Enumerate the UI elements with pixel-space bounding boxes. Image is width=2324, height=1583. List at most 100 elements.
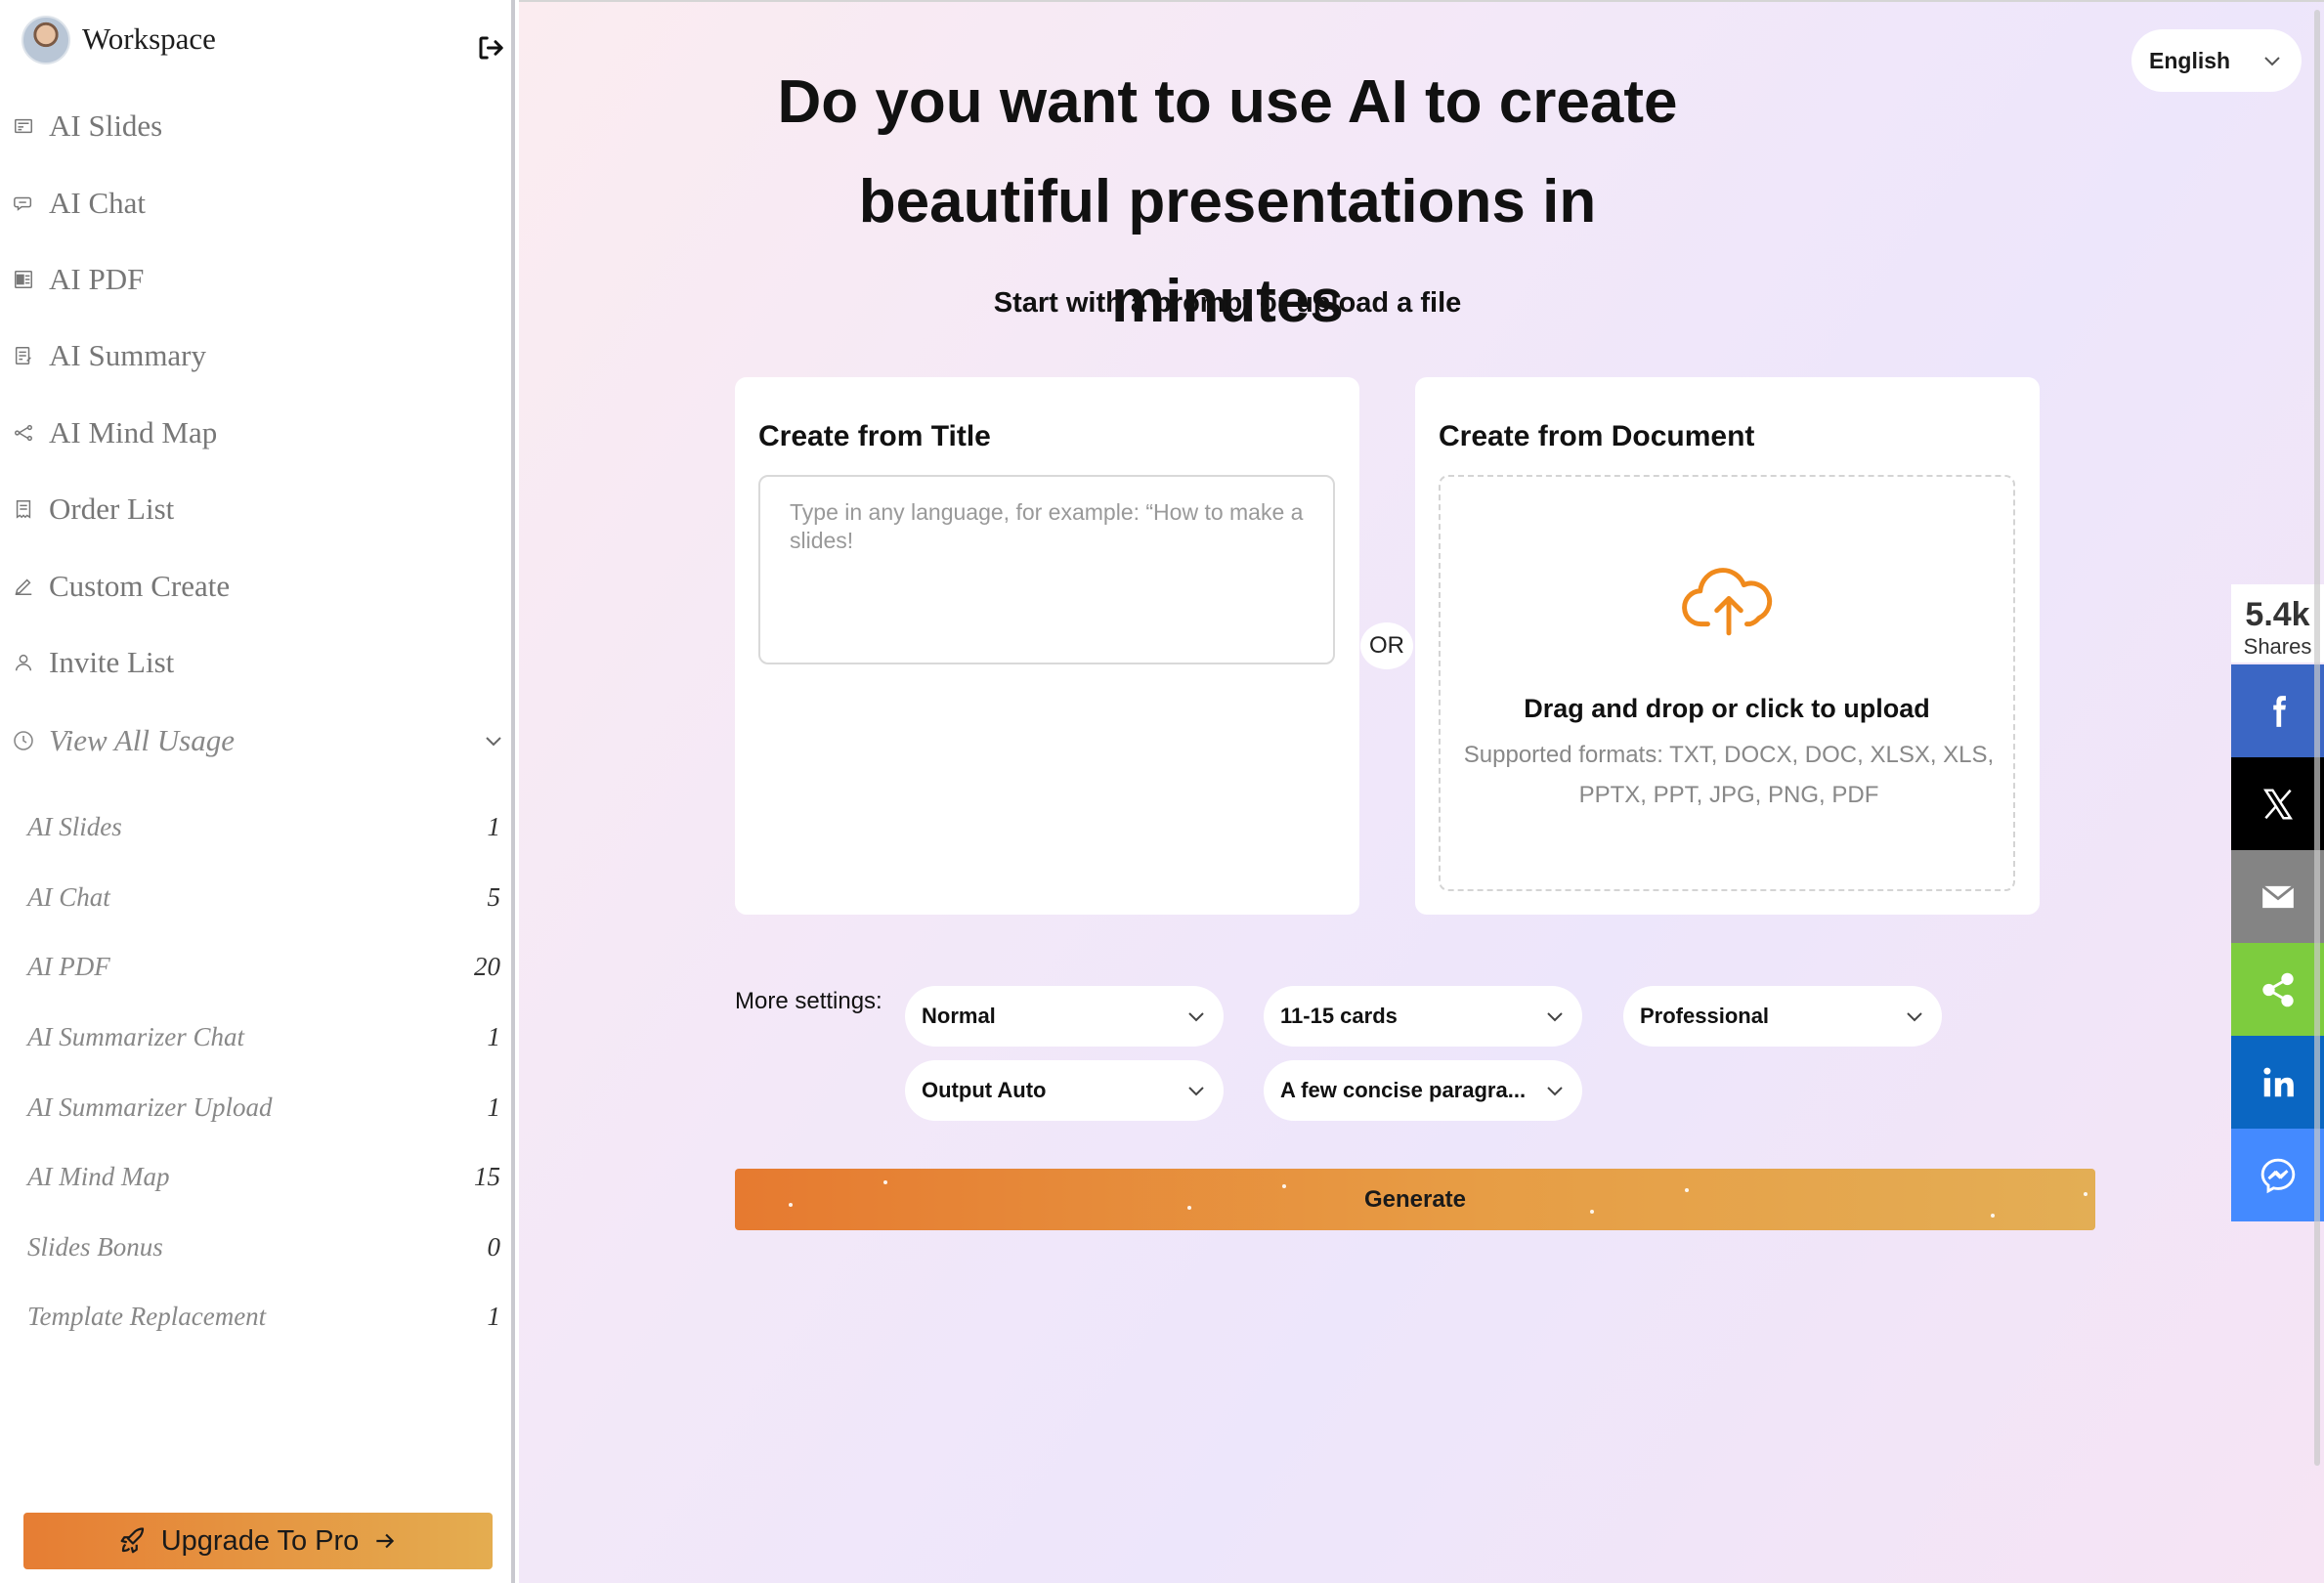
sparkle-decoration <box>1685 1188 1689 1192</box>
sparkle-decoration <box>883 1180 887 1184</box>
workspace-title: Workspace <box>82 21 216 56</box>
usage-label: Slides Bonus <box>27 1231 163 1262</box>
usage-header-label: View All Usage <box>49 723 235 757</box>
upgrade-label: Upgrade To Pro <box>160 1524 360 1557</box>
usage-row: AI Summarizer Chat 1 <box>27 1003 500 1073</box>
tone-value: Normal <box>922 1004 996 1028</box>
or-divider: OR <box>1360 622 1413 669</box>
chevron-down-icon <box>2264 57 2280 66</box>
usage-label: AI Mind Map <box>27 1162 170 1192</box>
chevron-down-icon <box>1907 1012 1922 1022</box>
sidebar-item-label: AI Slides <box>49 108 163 144</box>
sidebar-item-invite-list[interactable]: Invite List <box>12 624 500 701</box>
email-icon <box>2260 884 2295 908</box>
sidebar-item-ai-pdf[interactable]: AI PDF <box>12 241 500 318</box>
rocket-icon <box>120 1527 144 1554</box>
share-icon <box>2261 972 2294 1006</box>
cloud-upload-icon <box>1682 568 1773 636</box>
main-content: English Do you want to use AI to create … <box>519 0 2324 1583</box>
sidebar-item-ai-summary[interactable]: AI Summary <box>12 318 500 394</box>
usage-row: AI Mind Map 15 <box>27 1142 500 1213</box>
facebook-share-button[interactable] <box>2231 664 2324 757</box>
email-share-button[interactable] <box>2231 850 2324 943</box>
avatar[interactable] <box>22 16 70 64</box>
tone-select[interactable]: Normal <box>905 986 1224 1047</box>
sidebar-item-label: Order List <box>49 492 175 527</box>
sparkle-decoration <box>2084 1192 2087 1196</box>
workspace-header: Workspace <box>22 14 510 64</box>
linkedin-icon <box>2262 1067 2294 1096</box>
page-scrollbar[interactable] <box>2314 10 2320 1466</box>
text-amount-value: A few concise paragra... <box>1280 1078 1527 1102</box>
sparkle-decoration <box>1282 1184 1286 1188</box>
sidebar-item-ai-slides[interactable]: AI Slides <box>12 88 500 164</box>
chevron-down-icon <box>1188 1087 1204 1096</box>
sparkle-decoration <box>789 1203 793 1207</box>
share-count: 5.4k Shares <box>2231 584 2324 663</box>
mind-map-icon <box>12 421 35 445</box>
x-share-button[interactable] <box>2231 757 2324 850</box>
user-icon <box>12 651 35 674</box>
linkedin-share-button[interactable] <box>2231 1036 2324 1129</box>
usage-row: Template Replacement 1 <box>27 1282 500 1352</box>
facebook-icon <box>2272 695 2286 727</box>
sidebar-nav: AI Slides AI Chat AI PDF AI Summary AI M… <box>12 88 500 701</box>
language-select[interactable]: English <box>2131 29 2302 92</box>
usage-count: 1 <box>487 1022 501 1052</box>
usage-label: AI Summarizer Upload <box>27 1091 273 1122</box>
usage-count: 1 <box>487 1302 501 1332</box>
arrow-right-icon <box>376 1533 395 1549</box>
usage-label: Template Replacement <box>27 1302 267 1332</box>
sidebar: Workspace AI Slides AI Chat AI PDF AI Su… <box>0 0 515 1583</box>
logout-icon[interactable] <box>475 33 506 63</box>
supported-formats: Supported formats: TXT, DOCX, DOC, XLSX,… <box>1463 742 1995 808</box>
sidebar-item-label: AI Summary <box>49 338 207 373</box>
usage-count: 0 <box>487 1231 501 1262</box>
generic-share-button[interactable] <box>2231 943 2324 1036</box>
sidebar-item-label: AI PDF <box>49 261 145 296</box>
create-from-title-card: Create from Title <box>735 377 1359 915</box>
style-select[interactable]: Professional <box>1623 986 1942 1047</box>
language-value: English <box>2149 47 2231 73</box>
chevron-down-icon <box>1547 1012 1563 1022</box>
messenger-icon <box>2260 1158 2295 1193</box>
messenger-share-button[interactable] <box>2231 1129 2324 1221</box>
upload-dropzone[interactable]: Drag and drop or click to upload Support… <box>1439 475 2015 891</box>
view-all-usage-toggle[interactable]: View All Usage <box>12 711 505 770</box>
generate-button[interactable]: Generate <box>735 1169 2095 1230</box>
sidebar-item-ai-mind-map[interactable]: AI Mind Map <box>12 395 500 471</box>
more-settings-label: More settings: <box>735 988 882 1014</box>
upgrade-to-pro-button[interactable]: Upgrade To Pro <box>23 1513 493 1569</box>
sidebar-item-label: Invite List <box>49 644 175 679</box>
usage-row: AI Summarizer Upload 1 <box>27 1072 500 1142</box>
style-value: Professional <box>1640 1004 1770 1028</box>
usage-label: AI Slides <box>27 812 122 842</box>
sidebar-item-ai-chat[interactable]: AI Chat <box>12 164 500 240</box>
usage-row: AI Chat 5 <box>27 863 500 933</box>
usage-row: AI Slides 1 <box>27 792 500 863</box>
usage-list: AI Slides 1 AI Chat 5 AI PDF 20 AI Summariz… <box>27 792 500 1352</box>
prompt-input[interactable] <box>758 475 1335 664</box>
sparkle-decoration <box>1590 1210 1594 1214</box>
sidebar-item-label: Custom Create <box>49 568 231 603</box>
chevron-down-icon <box>1188 1012 1204 1022</box>
card-heading: Create from Title <box>758 420 991 452</box>
usage-label: AI PDF <box>27 952 110 982</box>
output-value: Output Auto <box>922 1078 1047 1102</box>
usage-count: 1 <box>487 812 501 842</box>
page-subtitle: Start with a prompt or upload a file <box>993 287 1462 319</box>
cards-select[interactable]: 11-15 cards <box>1264 986 1582 1047</box>
pen-icon <box>12 575 35 598</box>
sidebar-item-order-list[interactable]: Order List <box>12 471 500 547</box>
upload-title: Drag and drop or click to upload <box>1524 694 1930 723</box>
usage-label: AI Summarizer Chat <box>27 1022 244 1052</box>
text-amount-select[interactable]: A few concise paragra... <box>1264 1060 1582 1121</box>
sidebar-item-custom-create[interactable]: Custom Create <box>12 547 500 623</box>
chevron-down-icon <box>1547 1087 1563 1096</box>
pdf-icon <box>12 268 35 291</box>
sidebar-item-label: AI Chat <box>49 185 147 220</box>
output-select[interactable]: Output Auto <box>905 1060 1224 1121</box>
usage-count: 15 <box>474 1162 500 1192</box>
sidebar-item-label: AI Mind Map <box>49 414 218 449</box>
share-count-value: 5.4k <box>2245 596 2310 633</box>
